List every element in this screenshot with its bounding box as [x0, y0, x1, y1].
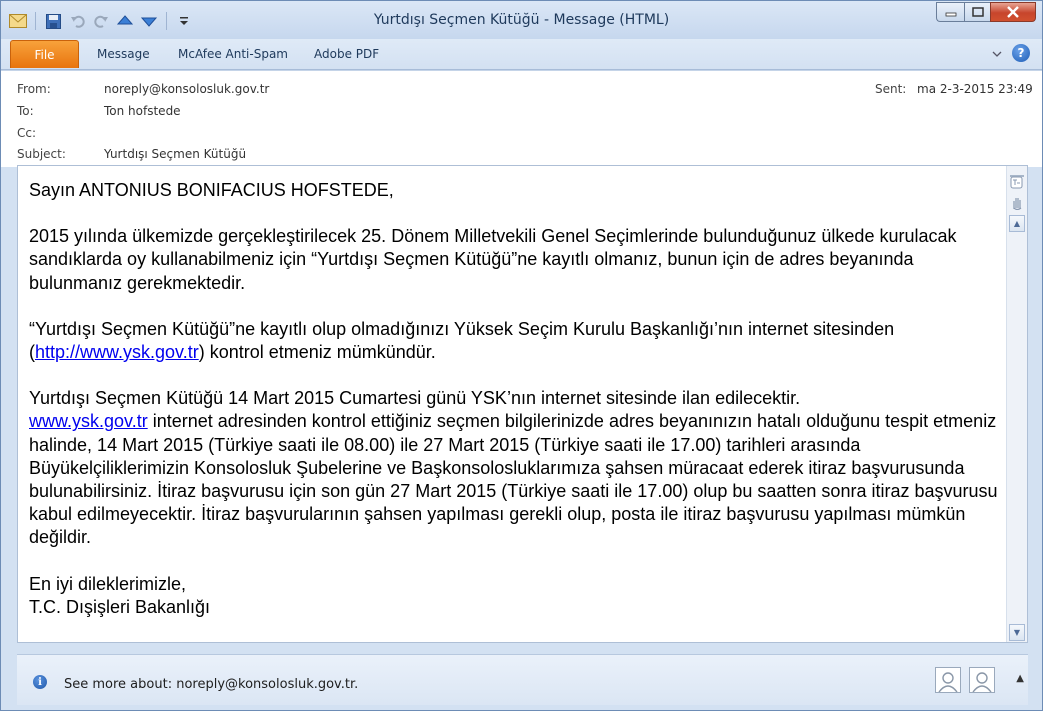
message-body[interactable]: Sayın ANTONIUS BONIFACIUS HOFSTEDE, 2015…	[17, 165, 1028, 643]
message-window: Yurtdışı Seçmen Kütüğü - Message (HTML) …	[0, 0, 1043, 711]
tab-file[interactable]: File	[10, 40, 79, 68]
maximize-button[interactable]	[964, 2, 990, 22]
expand-people-pane-icon[interactable]: ▲	[1016, 673, 1024, 684]
window-title: Yurtdışı Seçmen Kütüğü - Message (HTML)	[373, 12, 670, 28]
close-icon	[1007, 6, 1019, 18]
ribbon-right-controls: ?	[992, 43, 1030, 62]
ysk-link[interactable]: www.ysk.gov.tr	[29, 411, 148, 431]
avatar[interactable]	[935, 667, 961, 693]
body-paragraph: Yurtdışı Seçmen Kütüğü 14 Mart 2015 Cuma…	[29, 387, 1004, 549]
minimize-icon	[945, 12, 956, 17]
signature: T.C. Dışişleri Bakanlığı	[29, 596, 211, 617]
tab-mcafee-anti-spam[interactable]: McAfee Anti-Spam	[178, 47, 288, 61]
minimize-button[interactable]	[936, 2, 964, 22]
cc-label: Cc:	[17, 126, 37, 140]
body-paragraph: “Yurtdışı Seçmen Kütüğü”ne kayıtlı olup …	[29, 318, 1004, 364]
tab-adobe-pdf[interactable]: Adobe PDF	[314, 47, 379, 61]
paragraph-text: Yurtdışı Seçmen Kütüğü 14 Mart 2015 Cuma…	[29, 388, 801, 409]
subject-value: Yurtdışı Seçmen Kütüğü	[104, 147, 247, 161]
title-bar: Yurtdışı Seçmen Kütüğü - Message (HTML)	[1, 1, 1042, 39]
greeting: Sayın ANTONIUS BONIFACIUS HOFSTEDE,	[29, 180, 394, 200]
paragraph-text: internet adresinden kontrol ettiğiniz se…	[29, 411, 998, 548]
ysk-link[interactable]: http://www.ysk.gov.tr	[35, 342, 199, 362]
expand-ribbon-icon[interactable]	[992, 43, 1002, 62]
to-label: To:	[17, 104, 34, 118]
help-icon[interactable]: ?	[1012, 43, 1030, 62]
window-controls	[936, 2, 1036, 22]
to-value[interactable]: Ton hofstede	[104, 104, 181, 118]
subject-label: Subject:	[17, 147, 66, 161]
close-button[interactable]	[990, 2, 1036, 22]
from-label: From:	[17, 82, 51, 96]
message-content: Sayın ANTONIUS BONIFACIUS HOFSTEDE, 2015…	[29, 179, 1004, 619]
ribbon-tabs: File Message McAfee Anti-Spam Adobe PDF …	[1, 39, 1042, 70]
maximize-icon	[971, 7, 984, 17]
sent-label: Sent:	[875, 82, 907, 96]
scroll-down-button[interactable]: ▼	[1009, 624, 1025, 641]
closing: En iyi dileklerimizle,	[29, 573, 187, 594]
from-value[interactable]: noreply@konsolosluk.gov.tr	[104, 82, 269, 96]
people-pane: i See more about: noreply@konsolosluk.go…	[17, 654, 1028, 705]
vertical-scrollbar[interactable]: ▲ ▼	[1006, 166, 1027, 642]
avatar[interactable]	[969, 667, 995, 693]
tab-message[interactable]: Message	[97, 47, 150, 61]
scroll-up-button[interactable]: ▲	[1009, 215, 1025, 232]
see-more-about[interactable]: See more about: noreply@konsolosluk.gov.…	[64, 677, 358, 692]
hand-icon[interactable]	[1009, 195, 1024, 210]
body-paragraph: 2015 yılında ülkemizde gerçekleştirilece…	[29, 226, 957, 293]
translate-icon[interactable]	[1009, 175, 1024, 190]
message-header: From: noreply@konsolosluk.gov.tr To: Ton…	[1, 70, 1042, 167]
sent-value: ma 2-3-2015 23:49	[917, 82, 1033, 96]
paragraph-text: ) kontrol etmeniz mümkündür.	[198, 342, 436, 363]
info-icon: i	[33, 675, 47, 689]
